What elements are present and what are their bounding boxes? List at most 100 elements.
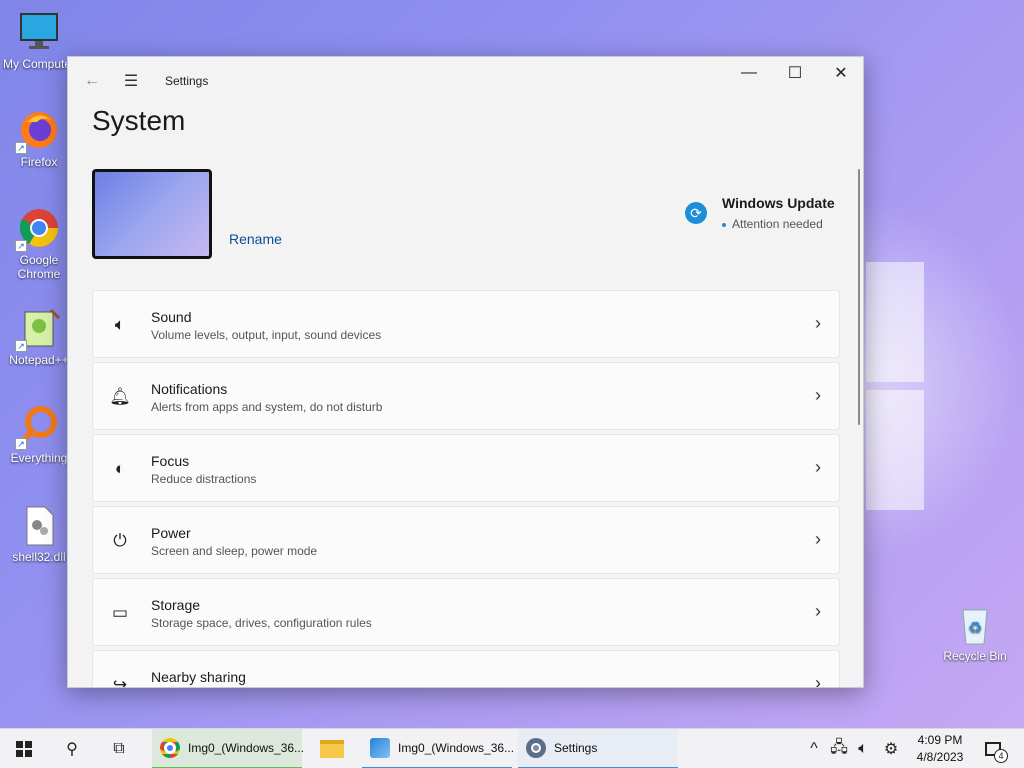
monitor-icon [17, 10, 61, 54]
card-subtitle: Volume levels, output, input, sound devi… [151, 328, 382, 342]
app-title: Settings [165, 74, 209, 88]
settings-card-focus[interactable]: ◐ Focus Reduce distractions › [92, 434, 840, 502]
notification-icon: 4 [985, 742, 1008, 763]
chrome-icon [160, 738, 180, 758]
minimize-button[interactable]: — [726, 57, 772, 89]
svg-text:♻: ♻ [968, 618, 982, 637]
card-subtitle: Storage space, drives, configuration rul… [151, 616, 372, 630]
shortcut-arrow-icon: ↗ [15, 142, 27, 154]
desktop-icon-firefox[interactable]: ↗ Firefox [1, 108, 77, 169]
desktop-icon-everything[interactable]: ↗ Everything [1, 404, 77, 465]
card-title: Power [151, 525, 191, 541]
task-view-button[interactable]: ⧉ [101, 729, 137, 768]
clock-date: 4/8/2023 [916, 750, 964, 764]
notification-center-button[interactable]: 4 [980, 729, 1008, 768]
device-thumbnail [92, 169, 212, 259]
chevron-right-icon: › [815, 673, 821, 688]
volume-icon: 🔈︎ [858, 740, 868, 757]
desktop-icon-recycle-bin[interactable]: ♻ Recycle Bin [937, 602, 1013, 663]
taskbar-app-label: Settings [554, 741, 598, 755]
windows-logo-icon [16, 741, 32, 757]
volume-button[interactable]: 🔈︎ [852, 729, 874, 768]
desktop-icon-label: Recycle Bin [943, 649, 1007, 663]
clock-time: 4:09 PM [917, 733, 963, 747]
settings-card-sound[interactable]: 🔈︎ Sound Volume levels, output, input, s… [92, 290, 840, 358]
page-title: System [92, 105, 186, 136]
show-hidden-icons-button[interactable]: ^ [804, 729, 824, 768]
card-title: Sound [151, 309, 192, 325]
card-title: Storage [151, 597, 201, 613]
shortcut-arrow-icon: ↗ [15, 240, 27, 252]
title-bar[interactable]: ← ☰ Settings — ☐ ✕ [68, 57, 863, 105]
chrome-icon: ↗ [15, 206, 61, 252]
taskbar: ⚲ ⧉ Img0_(Windows_36... Img0_(Windows_36… [0, 728, 1024, 768]
settings-card-notifications[interactable]: 🔔︎ Notifications Alerts from apps and sy… [92, 362, 840, 430]
desktop-icon-my-computer[interactable]: My Computer [1, 10, 77, 71]
card-title: Focus [151, 453, 190, 469]
hamburger-icon: ☰ [123, 73, 139, 90]
desktop-icon-label: shell32.dll [12, 550, 66, 564]
desktop-icon-label: Firefox [20, 155, 58, 169]
everything-icon: ↗ [15, 404, 61, 450]
desktop-icon-shell32[interactable]: shell32.dll [1, 503, 77, 564]
desktop-icon-notepadpp[interactable]: ↗ Notepad++ [1, 306, 77, 367]
minimize-icon: — [741, 64, 757, 81]
card-subtitle: Alerts from apps and system, do not dist… [151, 400, 383, 414]
wallpaper-logo-pane [866, 390, 924, 510]
speaker-icon: 🔈︎ [114, 315, 126, 334]
back-arrow-icon: ← [84, 72, 100, 89]
desktop-icon-label: Google Chrome [17, 253, 61, 281]
power-icon: ⏻ [113, 531, 127, 550]
sync-icon: ⟳ [685, 202, 707, 224]
chevron-right-icon: › [815, 385, 821, 405]
windows-update-subtitle: Attention needed [722, 217, 823, 231]
clock[interactable]: 4:09 PM 4/8/2023 [908, 732, 972, 766]
notification-count-badge: 4 [994, 749, 1008, 763]
settings-tray-button[interactable]: ⚙ [880, 729, 902, 768]
taskbar-app-settings[interactable]: Settings [518, 729, 678, 768]
focus-icon: ◐ [114, 459, 126, 478]
chevron-up-icon: ^ [810, 740, 818, 757]
card-subtitle: Screen and sleep, power mode [151, 544, 318, 558]
settings-gear-icon [526, 738, 546, 758]
close-button[interactable]: ✕ [818, 57, 863, 89]
firefox-icon: ↗ [15, 108, 61, 154]
scrollbar[interactable] [858, 169, 860, 425]
taskbar-app-file-explorer[interactable] [310, 729, 356, 768]
share-icon: ↪ [112, 675, 128, 688]
network-button[interactable]: 🖧︎ [828, 729, 850, 768]
settings-card-storage[interactable]: ▭ Storage Storage space, drives, configu… [92, 578, 840, 646]
search-button[interactable]: ⚲ [54, 729, 90, 768]
desktop-icon-label: My Computer [2, 57, 76, 71]
navigation-menu-button[interactable]: ☰ [115, 65, 147, 97]
shortcut-arrow-icon: ↗ [15, 340, 27, 352]
storage-icon: ▭ [111, 603, 129, 622]
card-title: Notifications [151, 381, 228, 397]
close-icon: ✕ [834, 65, 848, 82]
settings-card-nearby-sharing[interactable]: ↪ Nearby sharing › [92, 650, 840, 688]
photos-icon [370, 738, 390, 758]
task-view-icon: ⧉ [113, 740, 125, 757]
start-button[interactable] [6, 729, 42, 768]
back-button[interactable]: ← [76, 65, 108, 97]
card-title: Nearby sharing [151, 669, 246, 685]
notepadpp-icon: ↗ [15, 306, 61, 352]
taskbar-app-label: Img0_(Windows_36... [398, 741, 515, 755]
rename-link[interactable]: Rename [229, 231, 282, 247]
settings-card-power[interactable]: ⏻ Power Screen and sleep, power mode › [92, 506, 840, 574]
gear-icon: ⚙ [883, 741, 899, 758]
bell-icon: 🔔︎ [109, 387, 131, 406]
desktop-icon-label: Everything [10, 451, 68, 465]
status-dot-icon [722, 222, 726, 227]
taskbar-app-chrome[interactable]: Img0_(Windows_36... [152, 729, 305, 768]
taskbar-app-label: Img0_(Windows_36... [188, 741, 305, 755]
dll-file-icon [17, 503, 61, 547]
wallpaper-logo-pane [866, 262, 924, 382]
search-icon: ⚲ [66, 741, 78, 758]
taskbar-app-photos[interactable]: Img0_(Windows_36... [362, 729, 515, 768]
chevron-right-icon: › [815, 313, 821, 333]
chevron-right-icon: › [815, 529, 821, 549]
desktop-icon-chrome[interactable]: ↗ Google Chrome [1, 206, 77, 281]
maximize-button[interactable]: ☐ [772, 57, 818, 89]
shortcut-arrow-icon: ↗ [15, 438, 27, 450]
